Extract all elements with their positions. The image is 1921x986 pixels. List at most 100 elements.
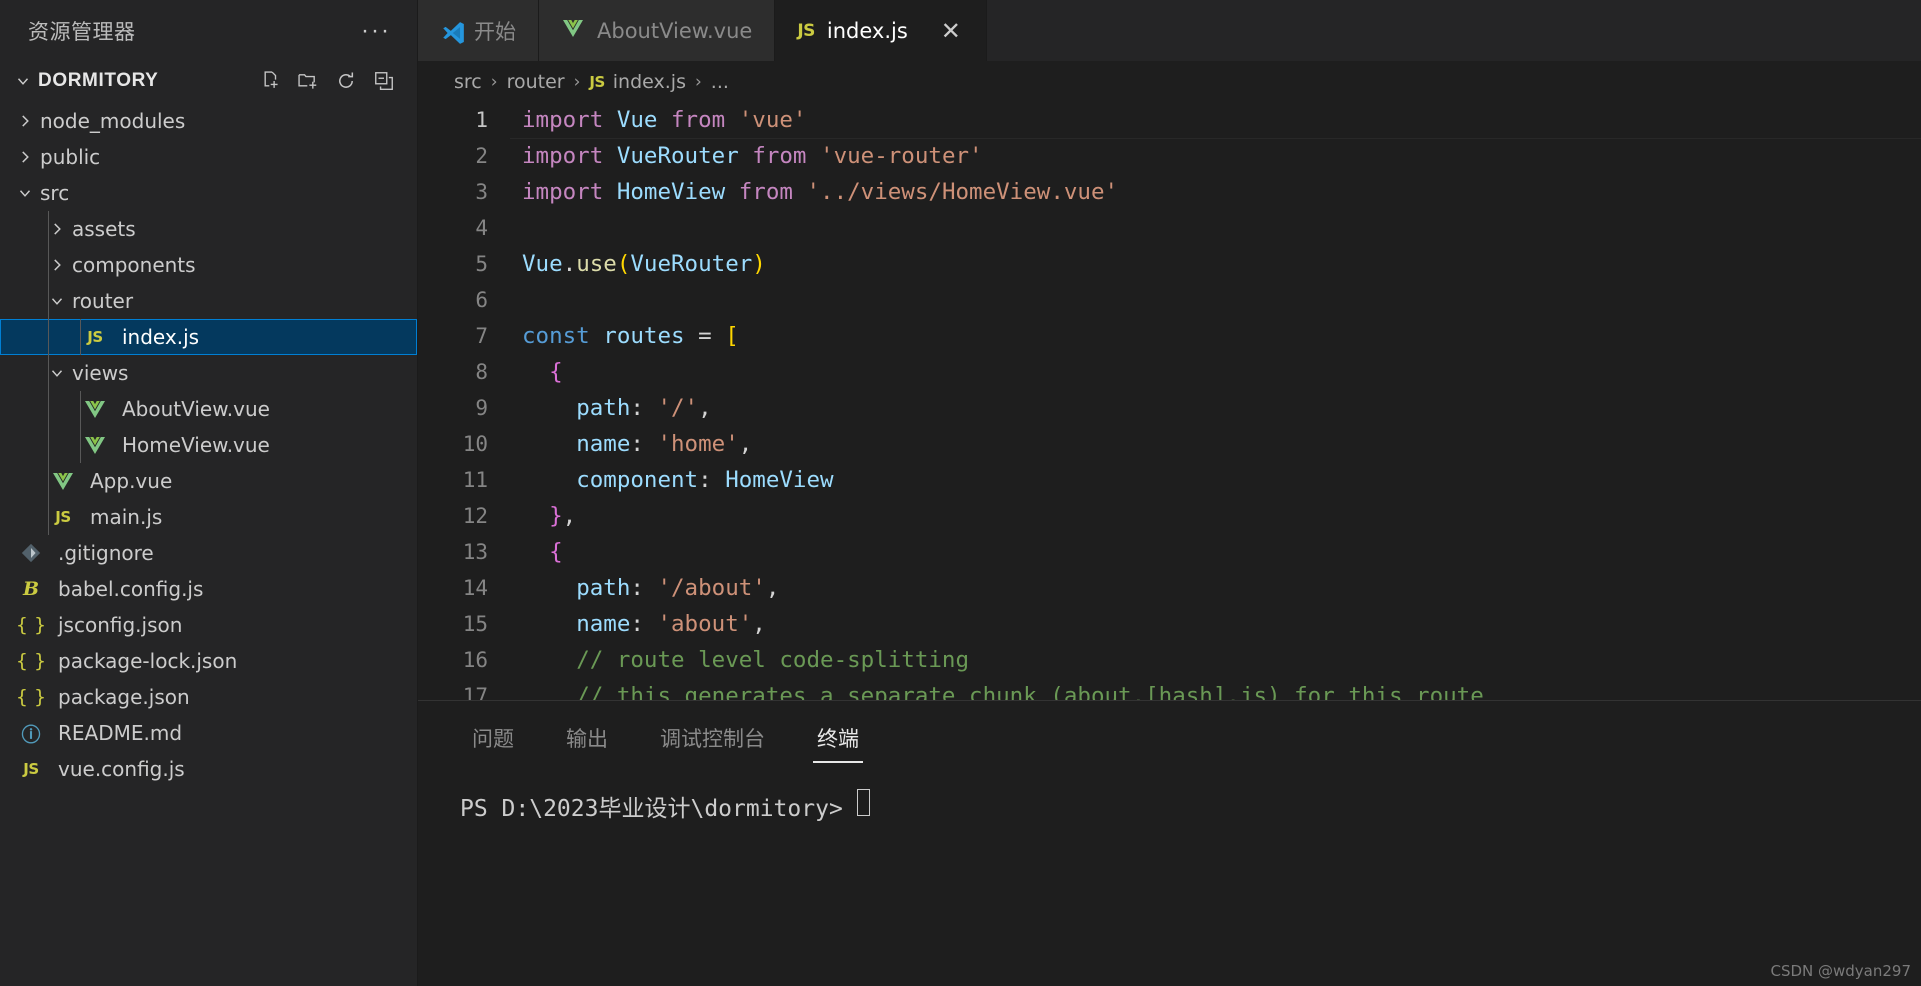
editor-tab[interactable]: 开始 [418,0,539,61]
file-tree-item-label: public [40,145,101,169]
editor-tab-label: AboutView.vue [597,18,753,43]
code-token: , [752,611,766,638]
breadcrumb-item[interactable]: router [507,71,565,93]
editor-area: 开始 AboutView.vue JS index.js ✕ src › router › JS… [418,0,1921,986]
line-number: 15 [462,612,488,637]
chevron-down-icon [48,292,66,310]
code-line[interactable]: 2 import VueRouter from 'vue-router' [418,138,1921,174]
file-tree-item[interactable]: components [0,247,417,283]
explorer-sidebar: 资源管理器 ··· DORMITORY node_modules public … [0,0,418,986]
code-text: Vue.use(VueRouter) [510,246,1921,282]
code-line[interactable]: 12 }, [418,498,1921,534]
file-tree[interactable]: node_modulespublic src assets components rou… [0,101,417,986]
js-file-icon: JS [23,760,39,778]
file-tree-item[interactable]: { } jsconfig.json [0,607,417,643]
code-line[interactable]: 7 const routes = [ [418,318,1921,354]
file-tree-item[interactable]: JS main.js [0,499,417,535]
panel-tab[interactable]: 调试控制台 [648,723,777,763]
file-tree-item[interactable]: { } package-lock.json [0,643,417,679]
explorer-more-actions-button[interactable]: ··· [357,18,395,42]
editor-tab[interactable]: AboutView.vue [539,0,776,61]
file-tree-item[interactable]: node_modules [0,103,417,139]
code-token: : [630,395,658,422]
babel-file-icon: B [22,578,40,600]
code-token: HomeView [725,467,834,494]
refresh-icon[interactable] [335,70,357,92]
code-line[interactable]: 1 import Vue from 'vue' [418,102,1921,140]
panel-tab[interactable]: 终端 [805,723,871,763]
breadcrumb-item[interactable]: ... [711,71,729,93]
code-line[interactable]: 6 [418,282,1921,318]
code-line[interactable]: 14 path: '/about', [418,570,1921,606]
code-text: name: 'about', [510,606,1921,642]
file-tree-item[interactable]: src [0,175,417,211]
file-tree-item[interactable]: JS vue.config.js [0,751,417,787]
code-line[interactable]: 4 [418,210,1921,246]
breadcrumb-item-label: src [454,70,482,93]
file-tree-item[interactable]: .gitignore [0,535,417,571]
file-tree-item[interactable]: HomeView.vue [0,427,417,463]
code-token: : [630,431,658,458]
terminal-output[interactable]: PS D:\2023毕业设计\dormitory> [418,763,1921,986]
breadcrumb[interactable]: src › router › JS index.js ›... [418,61,1921,103]
new-folder-icon[interactable] [297,70,319,92]
code-line[interactable]: 10 name: 'home', [418,426,1921,462]
code-token: VueRouter [630,251,753,278]
file-tree-item[interactable]: assets [0,211,417,247]
code-token: '/' [657,395,699,422]
code-token: component [576,467,699,494]
breadcrumb-item[interactable]: JS index.js [589,71,686,93]
code-token: { [549,539,563,566]
editor-tab-label: 开始 [474,19,516,44]
code-line[interactable]: 17 // this generates a separate chunk (a… [418,678,1921,700]
code-line[interactable]: 3 import HomeView from '../views/HomeView… [418,174,1921,210]
collapse-all-icon[interactable] [373,70,395,92]
code-line[interactable]: 5 Vue.use(VueRouter) [418,246,1921,282]
close-icon[interactable]: ✕ [938,18,964,44]
code-line[interactable]: 13 { [418,534,1921,570]
code-text: const routes = [ [510,318,1921,354]
code-token: . [562,251,577,278]
code-line[interactable]: 16 // route level code-splitting [418,642,1921,678]
project-section-header[interactable]: DORMITORY [0,61,417,101]
breadcrumb-item[interactable]: src [454,71,482,93]
explorer-title: 资源管理器 [28,19,136,44]
vue-file-icon [48,469,78,493]
code-token: : [630,611,658,638]
terminal-cursor [856,789,870,816]
code-text: name: 'home', [510,426,1921,462]
code-token: path [576,575,631,602]
editor-tab[interactable]: JS index.js ✕ [775,0,987,61]
code-line[interactable]: 9 path: '/', [418,390,1921,426]
file-tree-item[interactable]: views [0,355,417,391]
file-tree-item[interactable]: router [0,283,417,319]
file-tree-item-selected[interactable]: JS index.js [0,319,417,355]
file-tree-item[interactable]: Bbabel.config.js [0,571,417,607]
file-tree-item[interactable]: ⓘ README.md [0,715,417,751]
panel-tab[interactable]: 问题 [460,723,526,763]
file-tree-item[interactable]: public [0,139,417,175]
code-line[interactable]: 11 component: HomeView [418,462,1921,498]
file-tree-item[interactable]: App.vue [0,463,417,499]
terminal-prompt: PS D:\2023毕业设计\dormitory> [460,796,843,822]
file-tree-item-label: jsconfig.json [58,613,183,637]
code-editor[interactable]: 1 import Vue from 'vue' 2 import VueRouter … [418,102,1921,700]
vscode-window: 资源管理器 ··· DORMITORY node_modules public … [0,0,1921,986]
code-token: from [671,107,726,134]
code-token: 'vue-router' [820,143,983,170]
file-tree-item-label: src [40,181,70,205]
code-line[interactable]: 8 { [418,354,1921,390]
code-token: import [522,179,604,206]
file-tree-item[interactable]: AboutView.vue [0,391,417,427]
code-line[interactable]: 15 name: 'about', [418,606,1921,642]
file-tree-item[interactable]: { } package.json [0,679,417,715]
new-file-icon[interactable] [259,70,281,92]
code-token: // this generates a separate chunk (abou… [576,683,1484,700]
code-token: , [698,395,712,422]
explorer-header: 资源管理器 ··· [0,0,417,61]
panel-tab[interactable]: 输出 [554,723,620,763]
line-number: 17 [462,684,488,700]
